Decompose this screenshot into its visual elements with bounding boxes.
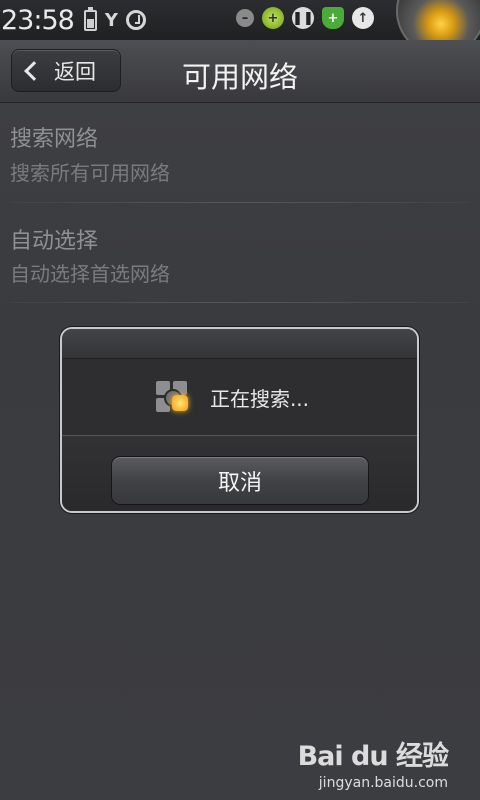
dialog-message: 正在搜索... [209, 386, 310, 411]
notification-icons: – + ❚❚ + ↑ [236, 7, 374, 29]
list-item-subtitle: 自动选择首选网络 [10, 262, 170, 286]
dialog-footer: 取消 [62, 436, 417, 511]
battery-icon [83, 6, 97, 31]
back-button[interactable]: 返回 [11, 49, 121, 92]
title-bar: 可用网络 返回 [0, 40, 480, 103]
signal-icon: Y [104, 9, 118, 31]
upload-arrow-icon: ↑ [352, 7, 374, 29]
status-clock: 23:58 [1, 4, 75, 36]
chevron-left-icon [24, 60, 44, 81]
status-bar: 23:58 Y – + ❚❚ + ↑ [0, 0, 480, 56]
progress-dialog: 正在搜索... 取消 [60, 327, 419, 513]
list-item-subtitle: 搜索所有可用网络 [10, 161, 170, 185]
watermark-url: jingyan.baidu.com [318, 775, 448, 791]
pause-icon: ❚❚ [292, 7, 314, 29]
list-item-search-network[interactable]: 搜索网络 搜索所有可用网络 [0, 103, 480, 203]
list-item-auto-select[interactable]: 自动选择 自动选择首选网络 [0, 203, 480, 303]
dialog-body: 正在搜索... [62, 359, 417, 436]
back-button-label: 返回 [54, 59, 96, 84]
loading-spinner-icon [154, 379, 190, 415]
list-item-title: 搜索网络 [10, 127, 99, 152]
dialog-header [62, 329, 417, 359]
list-item-title: 自动选择 [10, 229, 99, 254]
screen: 23:58 Y – + ❚❚ + ↑ 可用网络 返回 搜索网络 搜索所有可用网络… [0, 0, 480, 800]
baidu-jingyan-watermark: Bai du 经验 jingyan.baidu.com [297, 734, 449, 791]
shield-icon: + [322, 7, 344, 29]
plus-icon: + [262, 7, 284, 29]
watermark-logo: Bai du 经验 [297, 741, 449, 772]
divider [10, 302, 470, 303]
alarm-icon [125, 10, 146, 30]
notification-dot-icon: – [236, 9, 254, 27]
cancel-button[interactable]: 取消 [111, 456, 369, 505]
